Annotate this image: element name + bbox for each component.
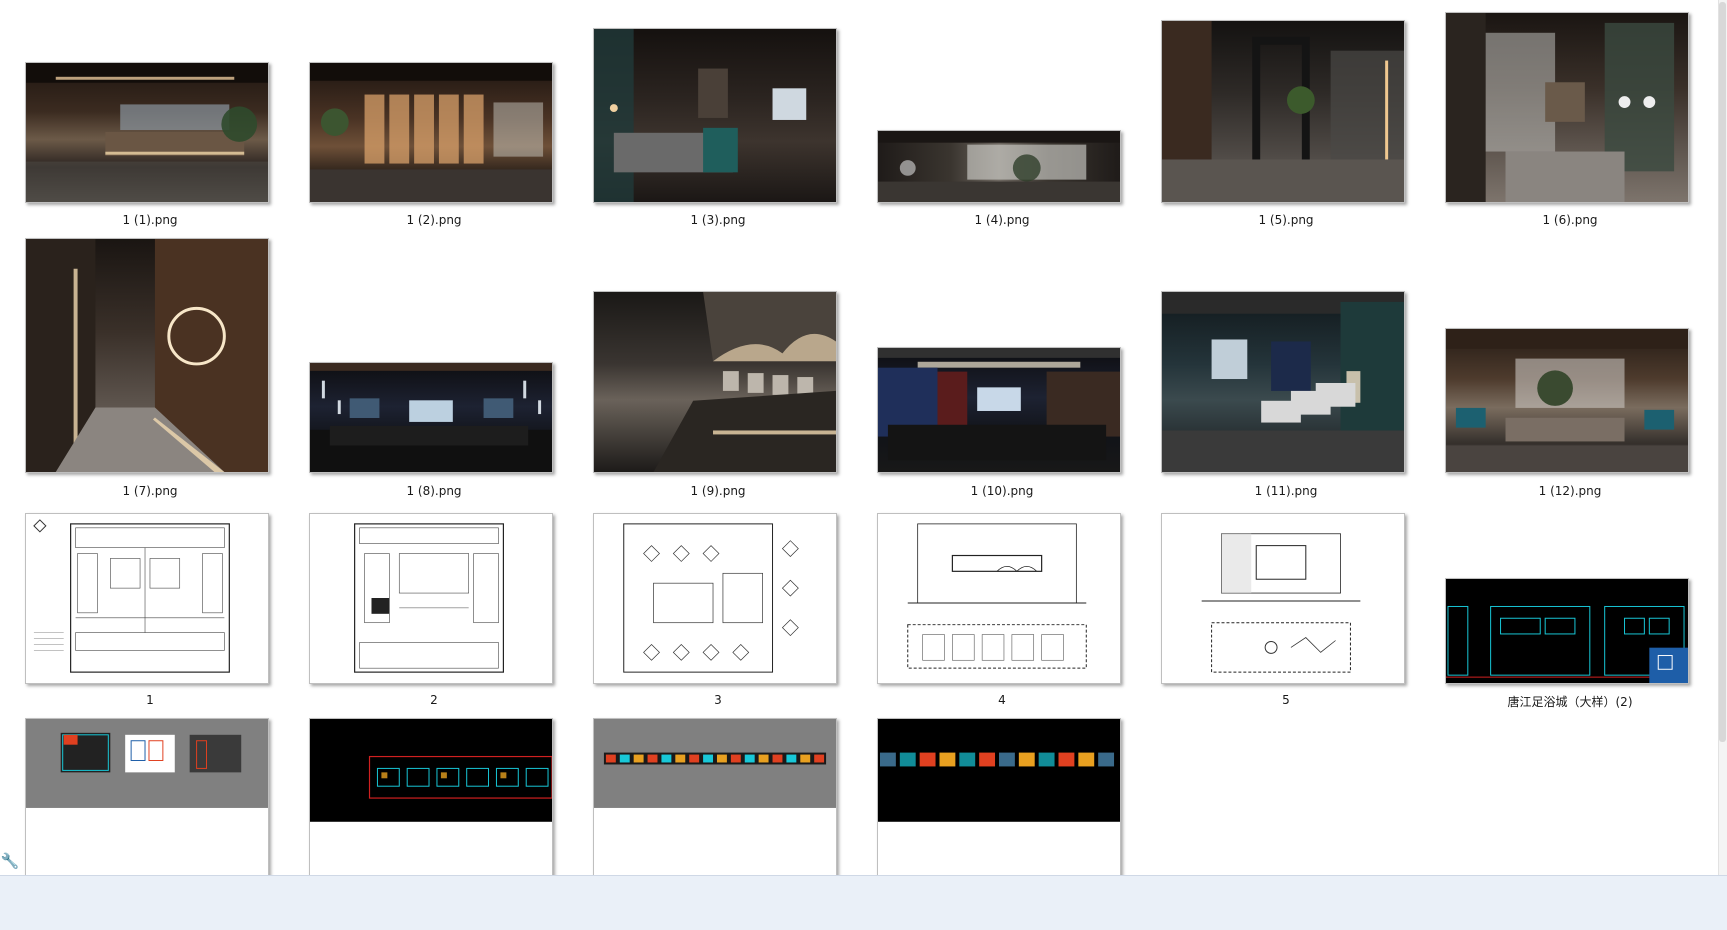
- file-name[interactable]: 1 (8).png: [284, 484, 584, 498]
- render-thumbnail[interactable]: [25, 238, 269, 473]
- file-name[interactable]: 1: [0, 693, 300, 707]
- file-name[interactable]: 1 (12).png: [1420, 484, 1720, 498]
- cad-thumbnail[interactable]: [877, 718, 1121, 875]
- render-thumbnail[interactable]: [25, 62, 269, 203]
- file-name[interactable]: 1 (2).png: [284, 213, 584, 227]
- render-thumbnail[interactable]: [1445, 12, 1689, 203]
- file-name[interactable]: 唐江足浴城（大样）(2): [1420, 693, 1720, 710]
- file-name[interactable]: 1 (7).png: [0, 484, 300, 498]
- file-name[interactable]: 2: [284, 693, 584, 707]
- drawing-thumbnail[interactable]: [877, 513, 1121, 684]
- file-name[interactable]: 1 (1).png: [0, 213, 300, 227]
- render-thumbnail[interactable]: [593, 28, 837, 203]
- render-thumbnail[interactable]: [1445, 328, 1689, 473]
- render-thumbnail[interactable]: [1161, 20, 1405, 203]
- file-name[interactable]: 4: [852, 693, 1152, 707]
- cad-thumbnail[interactable]: [1445, 578, 1689, 684]
- file-name[interactable]: 1 (5).png: [1136, 213, 1436, 227]
- wrench-icon[interactable]: 🔧: [0, 849, 20, 873]
- status-bar: [0, 875, 1727, 930]
- drawing-thumbnail[interactable]: [309, 513, 553, 684]
- cad-thumbnail[interactable]: [309, 718, 553, 875]
- drawing-thumbnail[interactable]: [593, 513, 837, 684]
- cad-thumbnail[interactable]: [593, 718, 837, 875]
- file-name[interactable]: 1 (10).png: [852, 484, 1152, 498]
- file-thumbnail-view[interactable]: 1 (1).png 1 (2).png 1 (3).png 1 (4).png …: [0, 0, 1727, 875]
- scrollbar-thumb[interactable]: [1719, 2, 1726, 742]
- render-thumbnail[interactable]: [877, 347, 1121, 473]
- render-thumbnail[interactable]: [1161, 291, 1405, 473]
- file-name[interactable]: 1 (4).png: [852, 213, 1152, 227]
- file-name[interactable]: 1 (11).png: [1136, 484, 1436, 498]
- file-name[interactable]: 1 (9).png: [568, 484, 868, 498]
- drawing-thumbnail[interactable]: [25, 513, 269, 684]
- drawing-thumbnail[interactable]: [1161, 513, 1405, 684]
- render-thumbnail[interactable]: [309, 62, 553, 203]
- file-name[interactable]: 1 (3).png: [568, 213, 868, 227]
- render-thumbnail[interactable]: [309, 362, 553, 473]
- render-thumbnail[interactable]: [593, 291, 837, 473]
- cad-thumbnail[interactable]: [25, 718, 269, 875]
- render-thumbnail[interactable]: [877, 130, 1121, 203]
- file-name[interactable]: 1 (6).png: [1420, 213, 1720, 227]
- file-name[interactable]: 5: [1136, 693, 1436, 707]
- file-name[interactable]: 3: [568, 693, 868, 707]
